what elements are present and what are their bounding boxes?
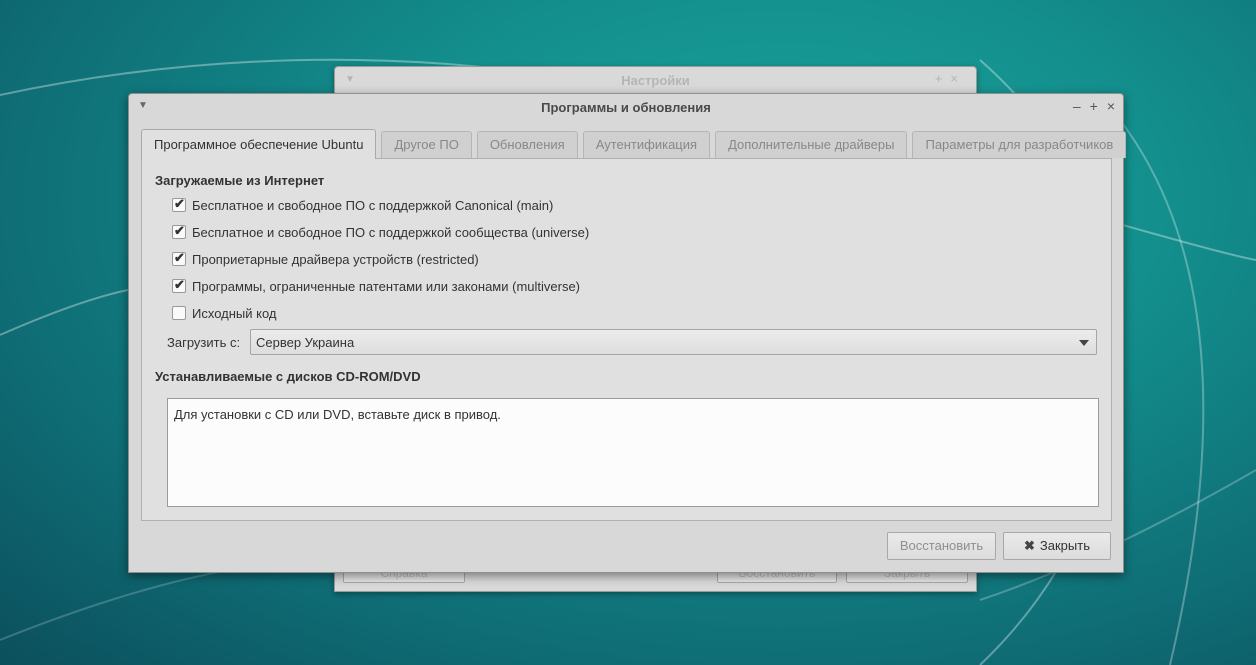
tab-additional-drivers[interactable]: Дополнительные драйверы [715,131,908,158]
tab-bar: Программное обеспечение Ubuntu Другое ПО… [141,129,1131,159]
option-main[interactable]: ✔ Бесплатное и свободное ПО с поддержкой… [172,196,553,214]
tab-developer-options[interactable]: Параметры для разработчиков [912,131,1127,158]
main-checkbox[interactable]: ✔ [172,196,186,212]
restricted-checkbox[interactable]: ✔ [172,250,186,266]
multiverse-label: Программы, ограниченные патентами или за… [192,278,581,294]
multiverse-checkbox[interactable]: ✔ [172,277,186,293]
maximize-icon[interactable]: + [1090,98,1098,114]
close-button[interactable]: ✖ Закрыть [1003,532,1111,560]
settings-title: Настройки [621,73,690,88]
internet-section-title: Загружаемые из Интернет [155,173,325,188]
tab-panel: Загружаемые из Интернет ✔ Бесплатное и с… [141,158,1112,521]
checkmark-icon: ✔ [174,223,185,238]
tab-other-software[interactable]: Другое ПО [381,131,472,158]
option-source-code[interactable]: Исходный код [172,304,277,322]
universe-checkbox[interactable]: ✔ [172,223,186,239]
cdrom-hint-text: Для установки с CD или DVD, вставьте дис… [174,407,501,422]
cdrom-list[interactable]: Для установки с CD или DVD, вставьте дис… [167,398,1099,507]
main-label: Бесплатное и свободное ПО с поддержкой C… [192,197,554,213]
option-universe[interactable]: ✔ Бесплатное и свободное ПО с поддержкой… [172,223,589,241]
revert-button[interactable]: Восстановить [887,532,996,560]
checkmark-icon: ✔ [174,250,185,265]
cdrom-section-title: Устанавливаемые с дисков CD-ROM/DVD [155,369,421,384]
software-updates-window: ▼ Программы и обновления – + × Программн… [128,93,1127,573]
option-restricted[interactable]: ✔ Проприетарные драйвера устройств (rest… [172,250,479,268]
restricted-label: Проприетарные драйвера устройств (restri… [192,251,479,267]
tab-authentication[interactable]: Аутентификация [582,131,711,158]
close-x-icon: ✖ [1024,538,1035,553]
close-button-label: Закрыть [1039,538,1090,553]
download-server-value: Сервер Украина [256,335,355,350]
window-controls-icon: +× [934,71,966,86]
checkmark-icon: ✔ [174,277,185,292]
source-code-checkbox[interactable] [172,306,186,320]
download-server-select[interactable]: Сервер Украина [250,329,1097,355]
source-code-label: Исходный код [192,305,277,321]
window-title: Программы и обновления [541,100,711,115]
minimize-icon[interactable]: – [1073,98,1081,114]
download-from-label: Загрузить с: [167,335,241,350]
checkmark-icon: ✔ [174,196,185,211]
window-titlebar[interactable]: ▼ Программы и обновления – + × [129,94,1123,120]
dropdown-arrow-icon [1079,340,1089,346]
tab-updates[interactable]: Обновления [476,131,578,158]
close-icon[interactable]: × [1107,98,1115,114]
tab-ubuntu-software[interactable]: Программное обеспечение Ubuntu [141,129,377,159]
universe-label: Бесплатное и свободное ПО с поддержкой с… [192,224,590,240]
option-multiverse[interactable]: ✔ Программы, ограниченные патентами или … [172,277,580,295]
settings-titlebar: ▼ Настройки +× [335,67,976,93]
